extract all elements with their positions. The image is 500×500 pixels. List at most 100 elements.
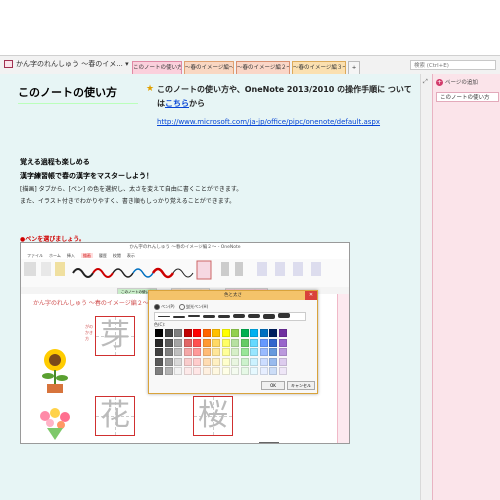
color-swatch[interactable] <box>174 357 182 366</box>
add-page-label: ページの追加 <box>445 80 478 86</box>
color-swatch[interactable] <box>193 367 201 375</box>
color-swatch[interactable] <box>183 348 192 356</box>
color-swatch[interactable] <box>202 367 211 375</box>
color-swatch[interactable] <box>250 348 258 356</box>
kanji-practice-cell[interactable]: 花 <box>95 396 135 436</box>
color-swatch[interactable] <box>259 357 268 366</box>
vertical-scrollbar[interactable] <box>420 74 432 500</box>
color-swatch[interactable] <box>202 338 211 347</box>
color-swatch[interactable] <box>278 348 287 356</box>
color-swatch[interactable] <box>183 329 192 337</box>
color-swatch[interactable] <box>269 348 277 356</box>
page-list-pane: + ページの追加 このノートの使い方 <box>432 74 500 500</box>
color-swatch[interactable] <box>212 338 220 347</box>
radio-pen[interactable]: ペン(P) <box>154 304 175 310</box>
color-swatch[interactable] <box>193 329 201 337</box>
color-swatch[interactable] <box>174 367 182 375</box>
color-swatch[interactable] <box>155 329 163 337</box>
color-swatch[interactable] <box>183 367 192 375</box>
kanji-practice-cell[interactable]: 芽 <box>95 316 135 356</box>
color-swatch[interactable] <box>174 348 182 356</box>
color-swatch[interactable] <box>231 338 239 347</box>
notebook-selector[interactable]: かん字のれんしゅう ～春のイメ... ▾ <box>4 59 129 69</box>
color-swatch[interactable] <box>278 329 287 337</box>
color-swatch[interactable] <box>221 348 230 356</box>
color-swatch[interactable] <box>221 329 230 337</box>
color-swatch[interactable] <box>250 367 258 375</box>
color-swatch[interactable] <box>174 338 182 347</box>
color-swatch[interactable] <box>240 338 249 347</box>
help-url-link[interactable]: http://www.microsoft.com/ja-jp/office/pi… <box>157 118 380 126</box>
color-swatch[interactable] <box>183 357 192 366</box>
color-swatch[interactable] <box>231 367 239 375</box>
color-swatch[interactable] <box>202 357 211 366</box>
kanji-practice-cell[interactable]: 桜 <box>193 396 233 436</box>
color-swatch[interactable] <box>259 367 268 375</box>
color-swatch[interactable] <box>278 357 287 366</box>
color-swatch[interactable] <box>212 367 220 375</box>
color-swatch[interactable] <box>240 357 249 366</box>
color-swatch[interactable] <box>250 357 258 366</box>
color-swatch[interactable] <box>221 367 230 375</box>
color-swatch[interactable] <box>250 329 258 337</box>
color-swatch[interactable] <box>212 357 220 366</box>
color-swatch[interactable] <box>212 348 220 356</box>
color-swatch[interactable] <box>174 329 182 337</box>
kanji-char: 桜 <box>198 398 228 433</box>
page-item-notebook-usage[interactable]: このノートの使い方 <box>436 92 499 102</box>
color-swatch[interactable] <box>221 357 230 366</box>
color-swatch[interactable] <box>155 338 163 347</box>
expand-icon[interactable]: ⤢ <box>423 78 428 86</box>
color-swatch[interactable] <box>193 357 201 366</box>
add-section-button[interactable]: + <box>348 61 360 74</box>
tab-spring-image-2[interactable]: ～春のイメージ編２～ <box>236 61 290 74</box>
color-swatch[interactable] <box>212 329 220 337</box>
color-swatch[interactable] <box>269 357 277 366</box>
color-swatch[interactable] <box>155 357 163 366</box>
color-swatch[interactable] <box>250 338 258 347</box>
add-page-button[interactable]: + ページの追加 <box>436 78 498 88</box>
intro-link[interactable]: こちら <box>165 99 189 108</box>
radio-highlighter[interactable]: 蛍光ペン(H) <box>179 304 208 310</box>
cancel-button[interactable]: キャンセル <box>287 381 315 390</box>
color-swatch[interactable] <box>155 348 163 356</box>
thickness-selector[interactable] <box>154 312 306 321</box>
color-swatch[interactable] <box>193 338 201 347</box>
tab-notebook-usage[interactable]: このノートの使い方 <box>132 61 182 74</box>
color-swatch[interactable] <box>240 367 249 375</box>
color-swatch[interactable] <box>164 357 173 366</box>
color-swatch[interactable] <box>221 338 230 347</box>
search-input[interactable]: 検索 (Ctrl+E) <box>410 60 496 70</box>
color-swatch[interactable] <box>240 348 249 356</box>
ok-button[interactable]: OK <box>261 381 285 390</box>
color-swatch[interactable] <box>164 329 173 337</box>
color-swatch[interactable] <box>164 348 173 356</box>
color-swatch[interactable] <box>231 348 239 356</box>
color-swatch[interactable] <box>193 348 201 356</box>
color-swatch[interactable] <box>240 329 249 337</box>
color-swatch[interactable] <box>269 367 277 375</box>
tab-spring-image-1[interactable]: ～春のイメージ編～ <box>184 61 234 74</box>
close-icon[interactable]: ✕ <box>305 291 317 300</box>
section-heading: 覚える過程も楽しめる <box>20 158 90 166</box>
color-swatch[interactable] <box>278 338 287 347</box>
color-swatch[interactable] <box>164 367 173 375</box>
color-swatch[interactable] <box>164 338 173 347</box>
chevron-down-icon[interactable]: ▾ <box>125 60 129 68</box>
plus-icon: + <box>436 79 443 86</box>
color-swatch[interactable] <box>259 329 268 337</box>
intro-text: このノートの使い方や、OneNote 2013/2010 の操作手順に ついては… <box>157 83 412 111</box>
color-swatch[interactable] <box>269 338 277 347</box>
color-swatch[interactable] <box>183 338 192 347</box>
color-swatch[interactable] <box>269 329 277 337</box>
tab-spring-image-3[interactable]: ～春のイメージ編３～ <box>292 61 346 74</box>
color-swatch[interactable] <box>278 367 287 375</box>
color-swatch[interactable] <box>155 367 163 375</box>
menu-review: 校閲 <box>112 253 121 258</box>
color-swatch[interactable] <box>231 357 239 366</box>
color-swatch[interactable] <box>259 338 268 347</box>
color-swatch[interactable] <box>202 329 211 337</box>
color-swatch[interactable] <box>259 348 268 356</box>
color-swatch[interactable] <box>231 329 239 337</box>
color-swatch[interactable] <box>202 348 211 356</box>
